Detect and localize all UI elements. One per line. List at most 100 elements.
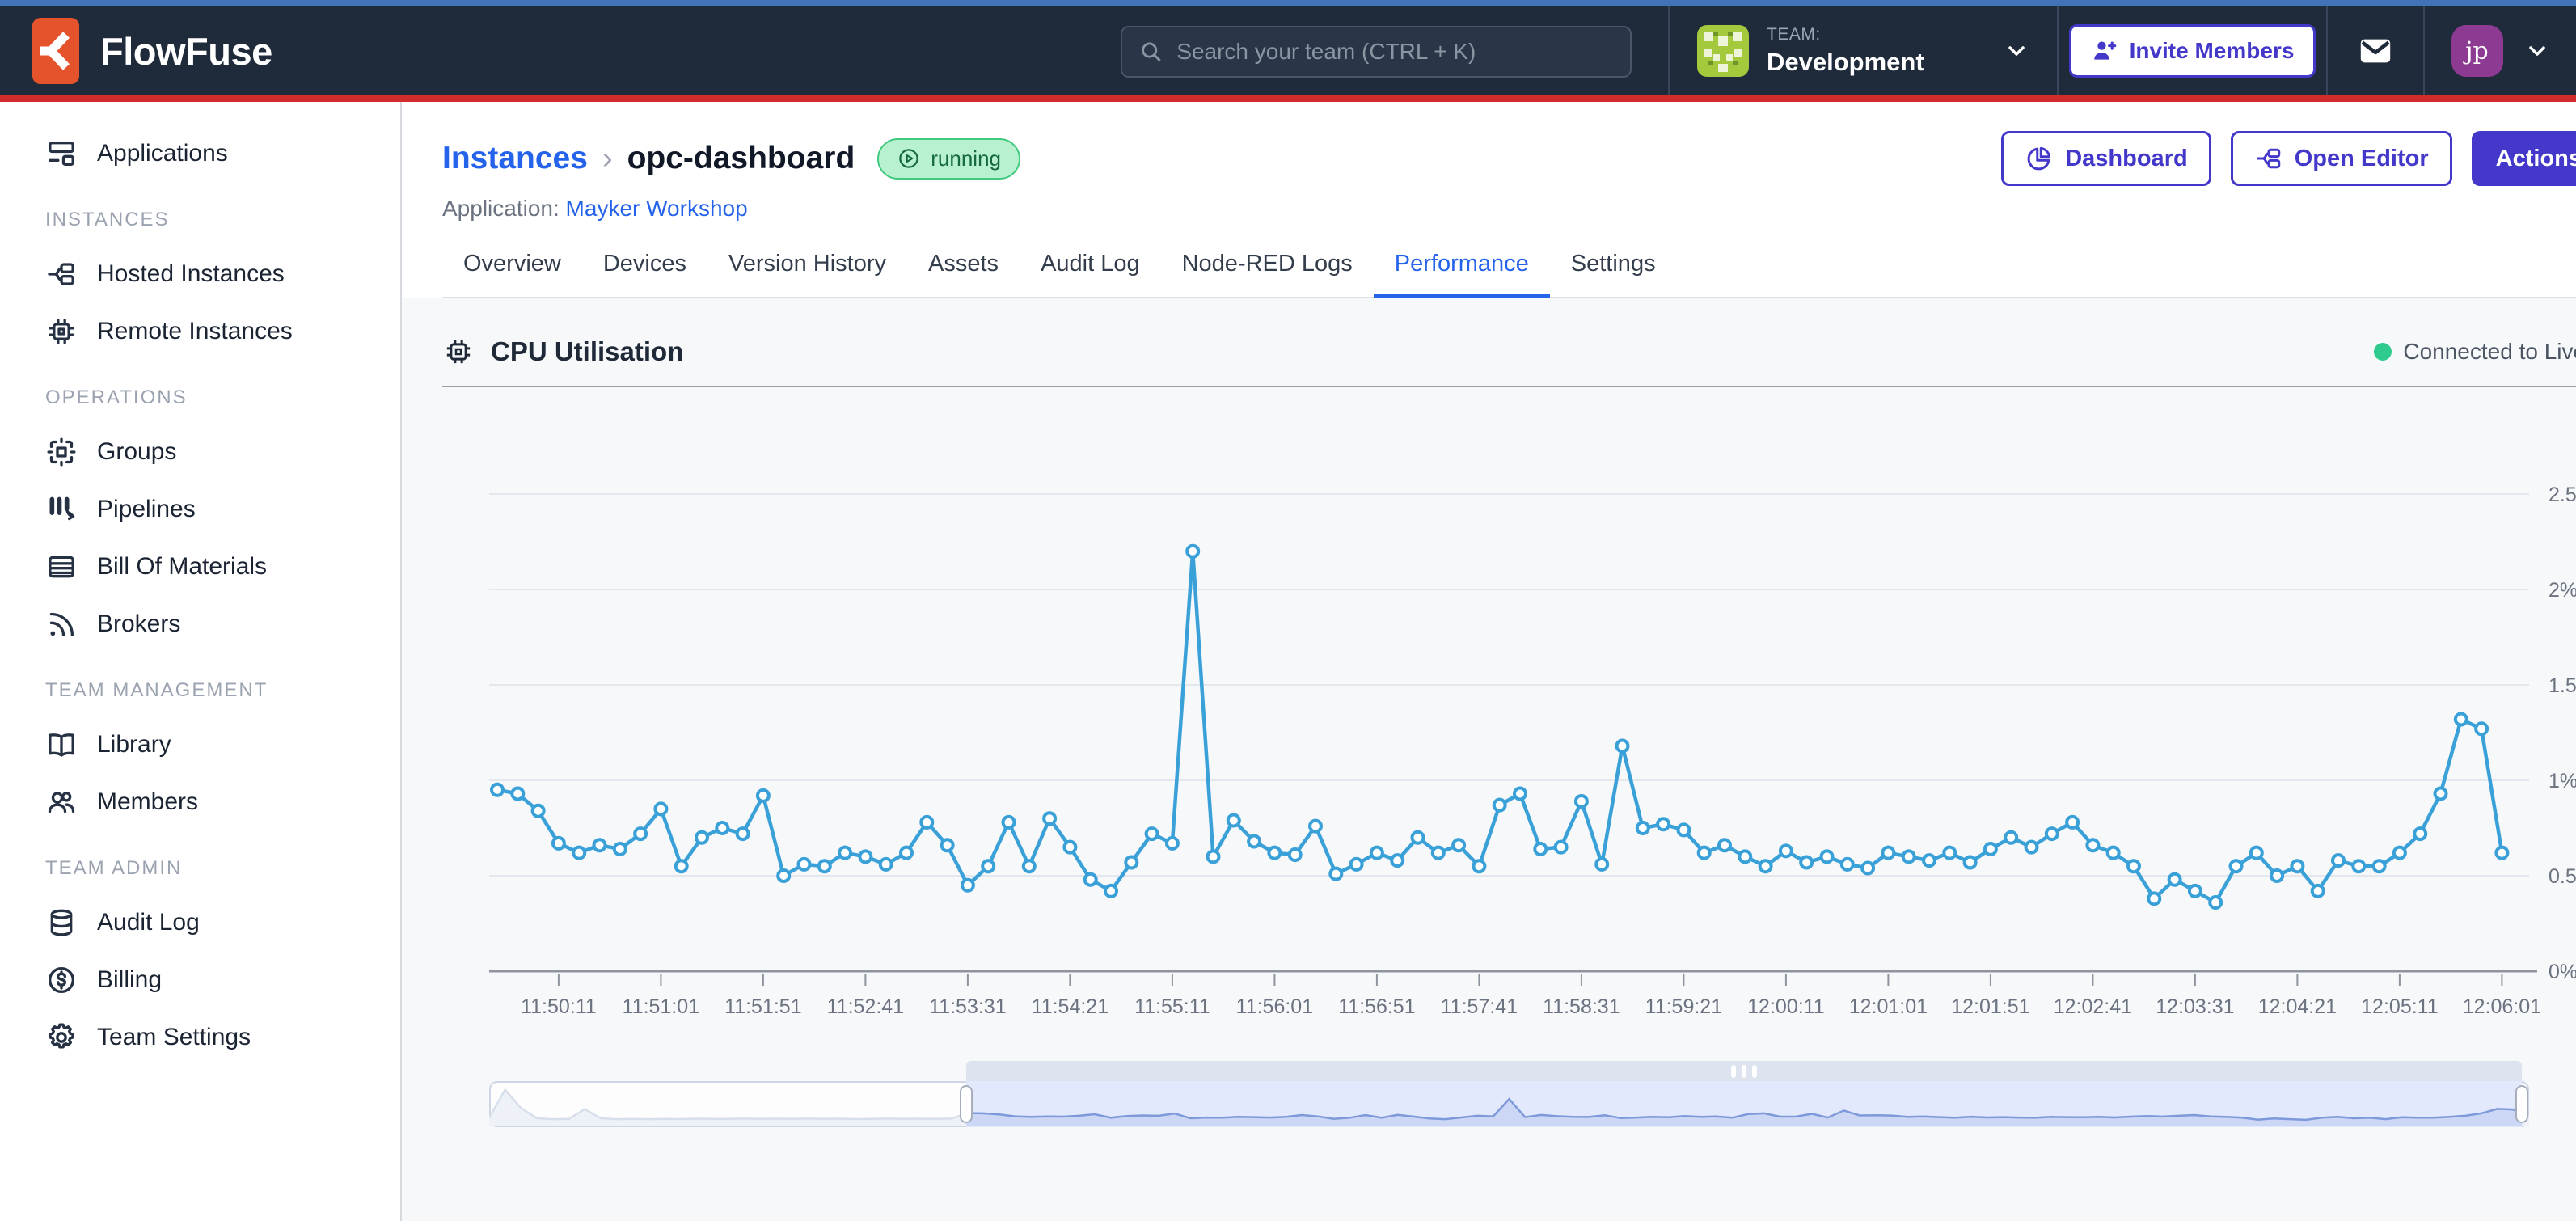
live-status-label: Connected to Live Data [2403,339,2576,365]
audit-log-icon [45,906,78,939]
tab-audit-log[interactable]: Audit Log [1020,251,1161,298]
breadcrumb-instances-link[interactable]: Instances [442,141,588,176]
svg-text:0.5%: 0.5% [2549,865,2576,888]
chevron-down-icon [2004,38,2029,64]
sidebar-item-pipelines[interactable]: Pipelines [0,480,400,538]
application-link[interactable]: Mayker Workshop [566,196,748,221]
groups-icon [45,436,78,468]
svg-text:12:03:31: 12:03:31 [2156,995,2234,1018]
svg-text:11:50:11: 11:50:11 [521,995,597,1018]
breadcrumb: Instances › opc-dashboard running [442,131,2576,186]
dashboard-label: Dashboard [2065,146,2187,172]
svg-text:1%: 1% [2549,770,2576,792]
open-editor-button[interactable]: Open Editor [2231,131,2452,186]
navbar: FlowFuse [0,6,2576,95]
team-settings-icon [45,1021,78,1054]
sidebar-item-label: Hosted Instances [97,260,285,288]
invite-section: Invite Members [2057,6,2326,95]
tab-devices[interactable]: Devices [582,251,707,298]
live-dot-icon [2374,343,2392,361]
sidebar-item-label: Pipelines [97,496,196,523]
team-label: TEAM: [1767,25,1986,44]
mail-icon[interactable] [2357,32,2394,70]
panel-header: CPU Utilisation Connected to Live Data [442,336,2576,368]
tab-node-red-logs[interactable]: Node-RED Logs [1161,251,1374,298]
grip-icon [1731,1065,1736,1078]
dashboard-button[interactable]: Dashboard [2001,131,2211,186]
svg-text:2.5%: 2.5% [2549,484,2576,506]
user-menu[interactable]: jp [2423,6,2576,95]
sidebar-section-operations: OPERATIONS [0,384,400,412]
tab-bar: OverviewDevicesVersion HistoryAssetsAudi… [442,251,2576,298]
status-badge: running [877,138,1020,180]
tab-assets[interactable]: Assets [907,251,1020,298]
sidebar-section-instances: INSTANCES [0,206,400,234]
sidebar: Applications INSTANCES Hosted Instances Rem… [0,102,402,1221]
status-label: running [931,146,1001,171]
mail-section [2326,6,2423,95]
sidebar-item-applications[interactable]: Applications [0,125,400,182]
tab-overview[interactable]: Overview [442,251,582,298]
sidebar-item-members[interactable]: Members [0,773,400,830]
tab-version-history[interactable]: Version History [707,251,907,298]
sidebar-item-label: Members [97,788,198,816]
main-area: Instances › opc-dashboard running [402,102,2576,1221]
brand-name: FlowFuse [100,29,272,74]
pipelines-icon [45,493,78,526]
brush-left-handle[interactable] [960,1085,973,1123]
sidebar-item-remote-instances[interactable]: Remote Instances [0,302,400,360]
team-selector[interactable]: TEAM: Development [1668,6,2057,95]
svg-text:12:04:21: 12:04:21 [2258,995,2337,1018]
chevron-down-icon [2524,38,2550,64]
sidebar-item-audit-log[interactable]: Audit Log [0,894,400,951]
svg-text:1.5%: 1.5% [2549,674,2576,697]
sidebar-section-team-management: TEAM MANAGEMENT [0,677,400,704]
header-buttons: Dashboard Open Editor Actions [2001,131,2576,186]
sidebar-item-team-settings[interactable]: Team Settings [0,1008,400,1066]
svg-text:12:01:01: 12:01:01 [1849,995,1928,1018]
members-icon [45,786,78,818]
instance-name: opc-dashboard [627,141,855,176]
application-label: Application: [442,196,560,221]
bill-of-materials-icon [45,551,78,583]
avatar[interactable]: jp [2451,25,2503,77]
svg-text:11:56:51: 11:56:51 [1338,995,1415,1018]
invite-members-button[interactable]: Invite Members [2069,24,2316,78]
brand[interactable]: FlowFuse [32,18,272,84]
navbar-right: TEAM: Development Invite Members [1668,6,2576,95]
panel-title: CPU Utilisation [442,336,683,368]
sidebar-item-groups[interactable]: Groups [0,423,400,480]
sidebar-item-label: Applications [97,140,228,167]
svg-text:12:01:51: 12:01:51 [1951,995,2029,1018]
brush-drag-bar[interactable] [966,1061,2522,1081]
svg-text:11:53:31: 11:53:31 [929,995,1006,1018]
svg-text:11:55:11: 11:55:11 [1134,995,1210,1018]
performance-panel: CPU Utilisation Connected to Live Data 2… [402,298,2576,1129]
brand-accent-strip [0,95,2576,102]
cpu-chart: 2.5%2%1.5%1%0.5%0%11:50:1111:51:0111:51:… [489,408,2576,1041]
remote-instances-icon [45,315,78,348]
sidebar-item-bill-of-materials[interactable]: Bill Of Materials [0,538,400,595]
sidebar-item-label: Groups [97,438,176,466]
applications-icon [45,137,78,170]
sidebar-item-label: Billing [97,966,162,994]
top-accent-strip [0,0,2576,6]
search-input[interactable] [1176,39,1614,65]
library-icon [45,729,78,761]
brush-right-handle[interactable] [2515,1085,2528,1123]
sidebar-item-label: Team Settings [97,1024,251,1051]
actions-button[interactable]: Actions [2472,131,2576,186]
tab-settings[interactable]: Settings [1550,251,1677,298]
breadcrumb-separator: › [602,142,613,176]
tab-performance[interactable]: Performance [1374,251,1550,298]
team-avatar [1697,25,1749,77]
sidebar-item-brokers[interactable]: Brokers [0,595,400,653]
svg-text:11:54:21: 11:54:21 [1032,995,1109,1018]
svg-text:2%: 2% [2549,579,2576,602]
pie-chart-icon [2025,144,2054,173]
sidebar-item-library[interactable]: Library [0,716,400,773]
svg-text:12:00:11: 12:00:11 [1747,995,1824,1018]
team-search[interactable] [1121,26,1632,78]
sidebar-item-billing[interactable]: Billing [0,951,400,1008]
sidebar-item-hosted-instances[interactable]: Hosted Instances [0,245,400,302]
